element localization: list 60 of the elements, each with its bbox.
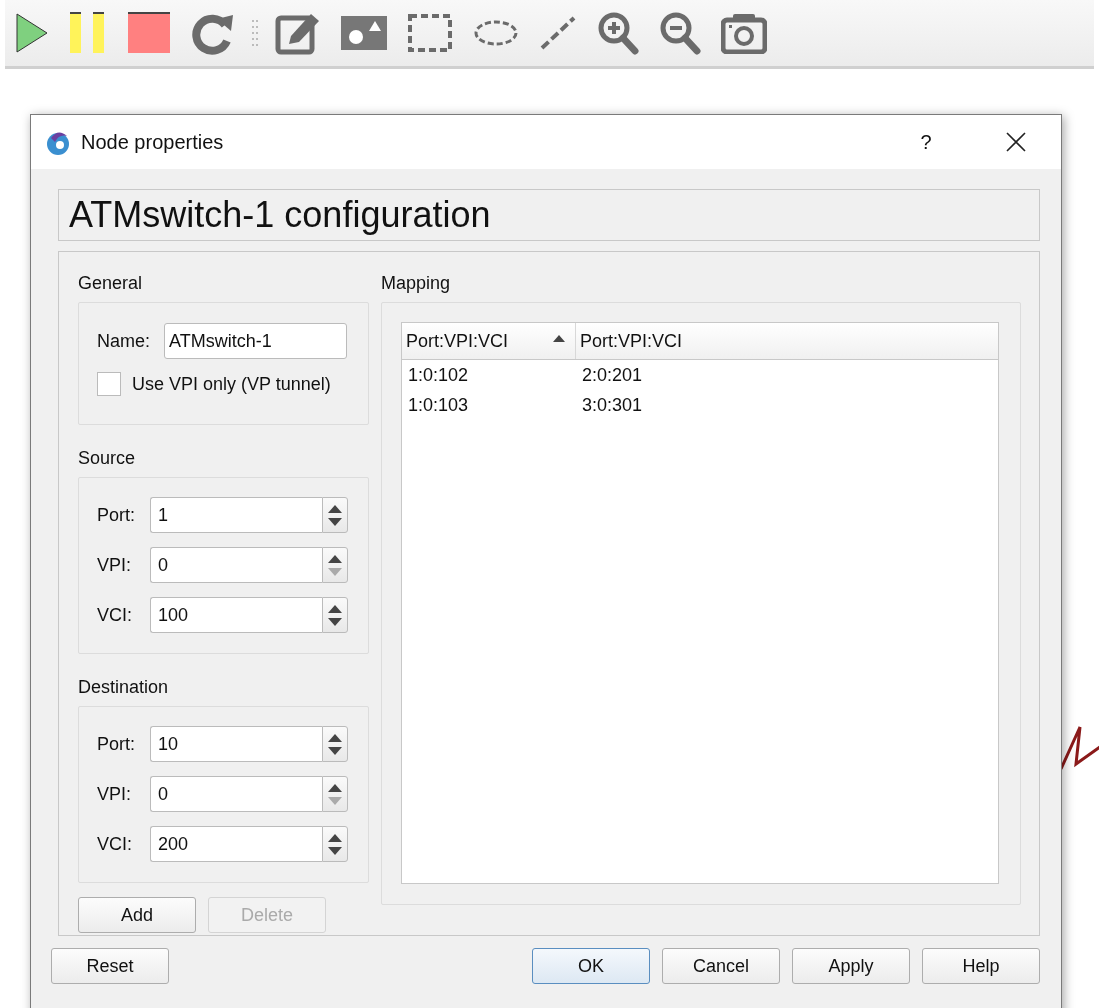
up-arrow-icon <box>328 504 342 513</box>
number-field[interactable]: 0 <box>150 776 322 812</box>
sort-arrow-icon <box>553 335 565 342</box>
ellipse-icon[interactable] <box>473 18 519 48</box>
rectangle-icon[interactable] <box>407 13 453 53</box>
group-label: General <box>78 272 143 294</box>
camera-icon[interactable] <box>721 12 767 54</box>
table-cell-text: 1:0:103 <box>407 394 470 416</box>
spin-buttons[interactable] <box>322 597 348 633</box>
number-field[interactable]: 10 <box>150 726 322 762</box>
group-label: Source <box>78 447 136 469</box>
number-field[interactable]: 100 <box>150 597 322 633</box>
field-label: Port: <box>97 733 136 755</box>
column-header[interactable]: Port:VPI:VCI <box>402 323 576 359</box>
checkbox-label: Use VPI only (VP tunnel) <box>132 373 331 395</box>
pause-icon[interactable] <box>69 11 107 55</box>
checkbox[interactable] <box>97 372 121 396</box>
dialog-button[interactable]: Reset <box>51 948 169 984</box>
image-icon[interactable] <box>341 13 387 53</box>
zoom-out-icon[interactable] <box>659 11 701 55</box>
window-title: Node properties <box>81 130 225 154</box>
toolbar-grip-icon <box>251 18 259 48</box>
config-heading: ATMswitch-1 configuration <box>58 189 1040 241</box>
spin-buttons[interactable] <box>322 497 348 533</box>
field-label: VPI: <box>97 783 132 805</box>
spin-buttons[interactable] <box>322 776 348 812</box>
number-field[interactable]: 0 <box>150 547 322 583</box>
group-label: Mapping <box>381 272 451 294</box>
up-arrow-icon <box>328 604 342 613</box>
spin-buttons[interactable] <box>322 726 348 762</box>
spin-buttons[interactable] <box>322 547 348 583</box>
field-label: VPI: <box>97 554 132 576</box>
up-arrow-icon <box>328 554 342 563</box>
number-field[interactable]: 1 <box>150 497 322 533</box>
field-label: Port: <box>97 504 136 526</box>
line-icon[interactable] <box>539 15 577 51</box>
close-icon[interactable] <box>1006 132 1026 152</box>
column-header[interactable]: Port:VPI:VCI <box>576 323 998 359</box>
field-label: Name: <box>97 330 151 352</box>
help-button[interactable]: ? <box>911 130 941 154</box>
action-button[interactable]: Add <box>78 897 196 933</box>
field-label: VCI: <box>97 604 133 626</box>
table-cell-text: 1:0:102 <box>407 364 470 386</box>
field-label: VCI: <box>97 833 133 855</box>
table-cell-text: 2:0:201 <box>581 364 643 386</box>
dialog-button[interactable]: Apply <box>792 948 910 984</box>
group-label: Destination <box>78 676 169 698</box>
spin-buttons[interactable] <box>322 826 348 862</box>
up-arrow-icon <box>328 833 342 842</box>
dialog-button[interactable]: Help <box>922 948 1040 984</box>
table-cell-text: 3:0:301 <box>581 394 643 416</box>
name-field[interactable]: ATMswitch-1 <box>164 323 347 359</box>
stop-icon[interactable] <box>127 11 171 55</box>
number-field[interactable]: 200 <box>150 826 322 862</box>
dialog-button[interactable]: Cancel <box>662 948 780 984</box>
up-arrow-icon <box>328 783 342 792</box>
dialog-button[interactable]: OK <box>532 948 650 984</box>
up-arrow-icon <box>328 733 342 742</box>
play-icon[interactable] <box>15 11 49 55</box>
zoom-in-icon[interactable] <box>597 11 639 55</box>
